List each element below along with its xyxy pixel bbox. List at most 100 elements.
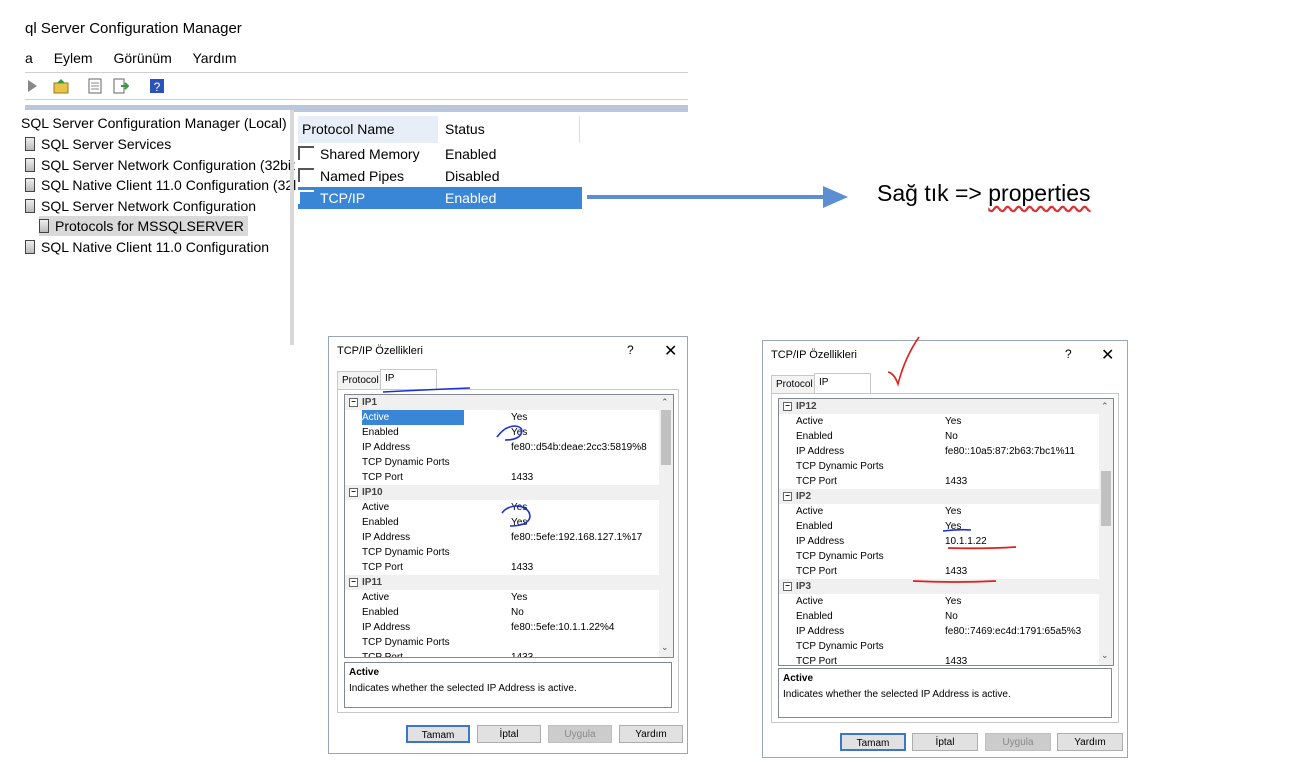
grid-property-row[interactable]: Active Yes xyxy=(779,504,1113,519)
grid-group-header[interactable]: − IP10 xyxy=(345,485,673,500)
forward-arrow-icon[interactable] xyxy=(25,78,41,94)
grid-group-header[interactable]: − IP1 xyxy=(345,395,673,410)
grid-scrollbar[interactable]: ⌃ ⌄ xyxy=(1099,399,1113,665)
help-button[interactable]: ? xyxy=(1065,347,1072,361)
grid-property-row[interactable]: TCP Dynamic Ports xyxy=(345,545,673,560)
property-value[interactable]: 10.1.1.22 xyxy=(945,534,987,549)
help-dialog-button[interactable]: Yardım xyxy=(619,725,683,743)
tab-ip-addresses[interactable]: IP Addresses xyxy=(380,369,438,402)
property-value[interactable]: 1433 xyxy=(511,470,533,485)
grid-scrollbar[interactable]: ⌃ ⌄ xyxy=(659,395,673,657)
grid-property-row[interactable]: Enabled No xyxy=(779,429,1113,444)
grid-property-row[interactable]: Enabled Yes xyxy=(345,515,673,530)
scroll-down-icon[interactable]: ⌄ xyxy=(1101,650,1109,661)
scroll-thumb[interactable] xyxy=(1101,471,1111,526)
grid-property-row[interactable]: Active Yes xyxy=(779,414,1113,429)
grid-property-row[interactable]: TCP Port 1433 xyxy=(779,564,1113,579)
cancel-button[interactable]: İptal xyxy=(477,725,541,743)
grid-property-row[interactable]: Enabled No xyxy=(779,609,1113,624)
property-value[interactable]: Yes xyxy=(945,519,961,534)
grid-property-row[interactable]: IP Address fe80::5efe:192.168.127.1%17 xyxy=(345,530,673,545)
grid-property-row[interactable]: Active Yes xyxy=(345,500,673,515)
close-icon[interactable]: ✕ xyxy=(664,341,677,361)
grid-property-row[interactable]: IP Address fe80::5efe:10.1.1.22%4 xyxy=(345,620,673,635)
property-value[interactable]: fe80::5efe:10.1.1.22%4 xyxy=(511,620,614,635)
export-list-icon[interactable] xyxy=(113,78,129,94)
collapse-icon[interactable]: − xyxy=(349,578,358,587)
menu-view[interactable]: Görünüm xyxy=(113,50,171,66)
property-value[interactable]: Yes xyxy=(945,504,961,519)
help-icon[interactable]: ? xyxy=(149,78,165,94)
grid-property-row[interactable]: TCP Port 1433 xyxy=(345,650,673,657)
property-value[interactable]: fe80::10a5:87:2b63:7bc1%11 xyxy=(945,444,1075,459)
property-value[interactable]: 1433 xyxy=(945,564,967,579)
scroll-down-icon[interactable]: ⌄ xyxy=(661,642,669,653)
tree-item-services[interactable]: SQL Server Services xyxy=(25,134,171,154)
ok-button[interactable]: Tamam xyxy=(406,725,470,743)
grid-group-header[interactable]: − IP11 xyxy=(345,575,673,590)
cancel-button[interactable]: İptal xyxy=(912,733,978,751)
help-button[interactable]: ? xyxy=(627,343,634,357)
property-value[interactable]: Yes xyxy=(945,414,961,429)
collapse-icon[interactable]: − xyxy=(349,398,358,407)
grid-group-header[interactable]: − IP3 xyxy=(779,579,1113,594)
grid-property-row[interactable]: TCP Port 1433 xyxy=(779,654,1113,665)
property-value[interactable]: Yes xyxy=(945,594,961,609)
property-value[interactable]: No xyxy=(945,429,958,444)
property-value[interactable]: 1433 xyxy=(945,474,967,489)
help-dialog-button[interactable]: Yardım xyxy=(1057,733,1123,751)
column-header-status[interactable]: Status xyxy=(440,116,580,143)
property-value[interactable]: Yes xyxy=(511,410,527,425)
property-value[interactable]: 1433 xyxy=(511,560,533,575)
grid-property-row[interactable]: TCP Dynamic Ports xyxy=(345,455,673,470)
grid-property-row[interactable]: Enabled No xyxy=(345,605,673,620)
property-value[interactable]: fe80::d54b:deae:2cc3:5819%8 xyxy=(511,440,647,455)
scroll-thumb[interactable] xyxy=(661,410,671,465)
up-folder-icon[interactable] xyxy=(53,78,69,94)
menu-action[interactable]: Eylem xyxy=(54,50,93,66)
collapse-icon[interactable]: − xyxy=(783,402,792,411)
grid-group-header[interactable]: − IP2 xyxy=(779,489,1113,504)
ok-button[interactable]: Tamam xyxy=(840,733,906,751)
column-header-protocol-name[interactable]: Protocol Name xyxy=(298,116,438,143)
property-value[interactable]: Yes xyxy=(511,500,527,515)
scroll-up-icon[interactable]: ⌃ xyxy=(661,397,669,408)
close-icon[interactable]: ✕ xyxy=(1101,345,1114,365)
tree-item-protocols-mssqlserver[interactable]: Protocols for MSSQLSERVER xyxy=(39,216,248,236)
grid-property-row[interactable]: TCP Dynamic Ports xyxy=(345,635,673,650)
apply-button[interactable]: Uygula xyxy=(548,725,612,743)
properties-icon[interactable] xyxy=(87,78,103,94)
grid-property-row[interactable]: Active Yes xyxy=(345,410,673,425)
grid-property-row[interactable]: TCP Dynamic Ports xyxy=(779,639,1113,654)
grid-property-row[interactable]: IP Address 10.1.1.22 xyxy=(779,534,1113,549)
tree-item-client-32[interactable]: SQL Native Client 11.0 Configuration (32… xyxy=(25,175,296,195)
property-value[interactable]: fe80::5efe:192.168.127.1%17 xyxy=(511,530,642,545)
grid-property-row[interactable]: TCP Port 1433 xyxy=(345,470,673,485)
property-value[interactable]: Yes xyxy=(511,515,527,530)
grid-property-row[interactable]: IP Address fe80::d54b:deae:2cc3:5819%8 xyxy=(345,440,673,455)
protocol-row-named-pipes[interactable]: Named Pipes Disabled xyxy=(298,165,582,187)
tab-protocol[interactable]: Protocol xyxy=(771,375,818,394)
scroll-up-icon[interactable]: ⌃ xyxy=(1101,401,1109,412)
grid-property-row[interactable]: Active Yes xyxy=(345,590,673,605)
tree-item-client[interactable]: SQL Native Client 11.0 Configuration xyxy=(25,237,269,257)
menu-file[interactable]: a xyxy=(25,50,33,66)
tree-item-network-32[interactable]: SQL Server Network Configuration (32bit xyxy=(25,155,295,175)
grid-property-row[interactable]: TCP Dynamic Ports xyxy=(779,459,1113,474)
grid-property-row[interactable]: Enabled Yes xyxy=(779,519,1113,534)
grid-property-row[interactable]: TCP Port 1433 xyxy=(779,474,1113,489)
grid-group-header[interactable]: − IP12 xyxy=(779,399,1113,414)
tab-ip-addresses[interactable]: IP Addresses xyxy=(814,373,872,406)
property-value[interactable]: No xyxy=(511,605,524,620)
property-value[interactable]: Yes xyxy=(511,425,527,440)
protocol-row-tcp-ip[interactable]: TCP/IP Enabled xyxy=(298,187,582,209)
grid-property-row[interactable]: Active Yes xyxy=(779,594,1113,609)
collapse-icon[interactable]: − xyxy=(349,488,358,497)
tree-item-network[interactable]: SQL Server Network Configuration xyxy=(25,196,256,216)
grid-property-row[interactable]: IP Address fe80::10a5:87:2b63:7bc1%11 xyxy=(779,444,1113,459)
property-value[interactable]: 1433 xyxy=(945,654,967,665)
protocol-row-shared-memory[interactable]: Shared Memory Enabled xyxy=(298,143,582,165)
property-value[interactable]: 1433 xyxy=(511,650,533,657)
grid-property-row[interactable]: Enabled Yes xyxy=(345,425,673,440)
property-value[interactable]: No xyxy=(945,609,958,624)
